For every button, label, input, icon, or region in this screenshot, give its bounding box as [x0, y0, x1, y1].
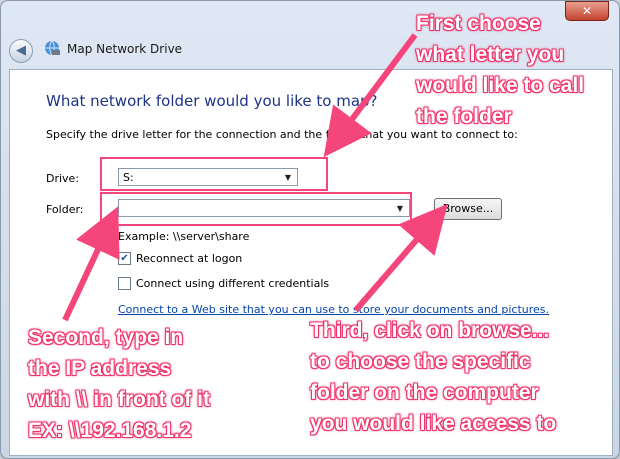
arrow-to-browse — [353, 203, 448, 312]
annotation-third: Third, click on browse... to choose the … — [310, 319, 557, 435]
annotation-second: Second, type in the IP address with \\ i… — [28, 326, 210, 442]
annotation-first: First choose what letter you would like … — [416, 12, 585, 128]
arrow-to-folder — [62, 206, 120, 322]
arrow-to-drive — [323, 33, 418, 158]
